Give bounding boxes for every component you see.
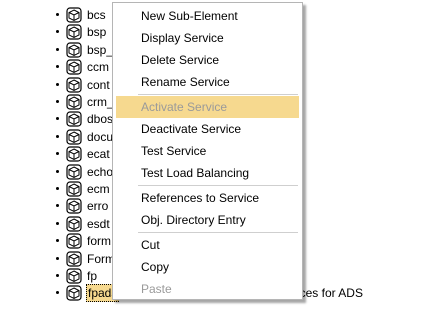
tree-bullet xyxy=(56,47,59,51)
tree-bullet xyxy=(56,169,59,173)
tree-bullet xyxy=(56,187,59,190)
menu-item-label: Delete Service xyxy=(141,53,220,67)
tree-bullet xyxy=(56,204,59,208)
tree-bullet xyxy=(56,239,59,243)
menu-item-paste: Paste xyxy=(116,278,299,300)
menu-item-display-service[interactable]: Display Service xyxy=(116,27,299,49)
menu-item-label: Activate Service xyxy=(141,100,228,114)
menu-item-cut[interactable]: Cut xyxy=(116,234,299,256)
menu-item-label: Rename Service xyxy=(141,75,230,89)
menu-separator xyxy=(138,232,298,233)
menu-item-references-to-service[interactable]: References to Service xyxy=(116,187,299,209)
tree-bullet xyxy=(56,256,59,260)
menu-item-new-sub-element[interactable]: New Sub-Element xyxy=(116,5,299,27)
tree-bullet xyxy=(56,152,59,156)
menu-separator xyxy=(138,185,298,186)
tree-bullet xyxy=(56,82,59,86)
menu-item-copy[interactable]: Copy xyxy=(116,256,299,278)
tree-bullet xyxy=(56,274,59,277)
menu-item-label: Test Load Balancing xyxy=(141,166,250,180)
menu-item-rename-service[interactable]: Rename Service xyxy=(116,71,299,93)
menu-item-label: References to Service xyxy=(141,191,260,205)
menu-item-label: New Sub-Element xyxy=(141,9,238,23)
menu-separator xyxy=(138,94,298,95)
menu-item-activate-service: Activate Service xyxy=(116,96,299,118)
tree-bullet xyxy=(56,13,59,16)
tree-bullet xyxy=(56,134,59,138)
menu-item-label: Copy xyxy=(141,260,170,274)
context-menu: New Sub-Element Display Service Delete Ser… xyxy=(112,2,303,300)
tree-bullet xyxy=(56,65,59,69)
tree-bullet xyxy=(56,291,59,295)
menu-item-label: Paste xyxy=(141,282,172,296)
tree-bullet xyxy=(56,100,59,103)
menu-item-deactivate-service[interactable]: Deactivate Service xyxy=(116,118,299,140)
tree-bullet xyxy=(56,221,59,225)
menu-item-label: Cut xyxy=(141,238,160,252)
menu-item-label: Display Service xyxy=(141,31,224,45)
service-node-icon xyxy=(66,285,82,301)
menu-item-label: Test Service xyxy=(141,144,207,158)
tree-bullet xyxy=(56,117,59,121)
tree-bullet xyxy=(56,30,59,34)
menu-item-test-service[interactable]: Test Service xyxy=(116,140,299,162)
menu-item-label: Obj. Directory Entry xyxy=(141,213,246,227)
menu-item-delete-service[interactable]: Delete Service xyxy=(116,49,299,71)
menu-item-test-load-balancing[interactable]: Test Load Balancing xyxy=(116,162,299,184)
menu-item-obj-directory-entry[interactable]: Obj. Directory Entry xyxy=(116,209,299,231)
menu-item-label: Deactivate Service xyxy=(141,122,242,136)
